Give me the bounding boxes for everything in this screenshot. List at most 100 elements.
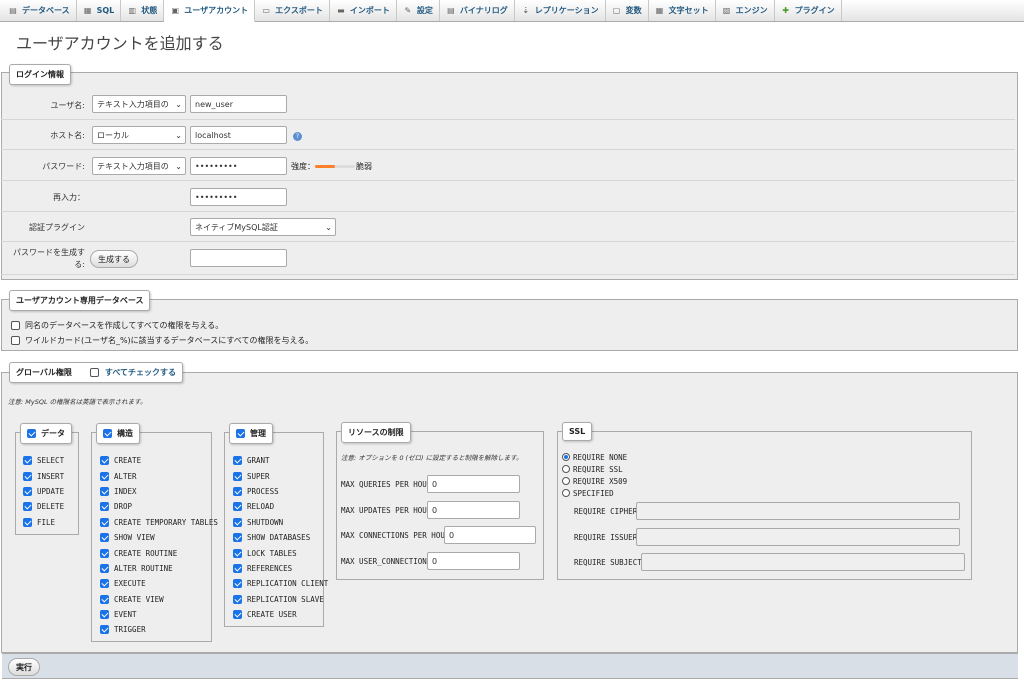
privilege-checkbox[interactable] (233, 533, 242, 543)
ssl-option[interactable]: REQUIRE SSL (562, 463, 627, 475)
resource-limit-input[interactable]: 0 (444, 526, 536, 544)
privilege-item[interactable]: FILE (23, 515, 64, 530)
privilege-checkbox[interactable] (233, 610, 242, 620)
password-input[interactable]: ••••••••• (190, 157, 287, 175)
tab-users[interactable]: ▣ ユーザアカウント (164, 0, 256, 22)
ssl-field-input[interactable] (641, 553, 965, 571)
privilege-checkbox[interactable] (23, 502, 32, 512)
generate-password-button[interactable]: 生成する (90, 250, 138, 268)
privilege-checkbox[interactable] (233, 456, 242, 466)
privilege-checkbox[interactable] (100, 456, 109, 466)
ssl-radio[interactable] (562, 477, 570, 485)
privilege-checkbox[interactable] (233, 486, 242, 496)
tab-wrench[interactable]: ✎ 設定 (397, 0, 440, 21)
privilege-item[interactable]: CREATE VIEW (100, 592, 218, 607)
privilege-item[interactable]: REPLICATION SLAVE (233, 592, 328, 607)
ssl-field-input[interactable] (636, 502, 960, 520)
privilege-checkbox[interactable] (23, 456, 32, 466)
resource-limit-input[interactable]: 0 (427, 475, 520, 493)
admin-all-checkbox[interactable] (236, 429, 245, 438)
tab-export[interactable]: ▭ エクスポート (255, 0, 330, 21)
tab-plugin[interactable]: ✚ プラグイン (775, 0, 842, 21)
resource-limit-input[interactable]: 0 (427, 552, 520, 570)
privilege-checkbox[interactable] (233, 579, 242, 589)
privilege-checkbox[interactable] (100, 548, 109, 558)
privilege-item[interactable]: UPDATE (23, 484, 64, 499)
privilege-item[interactable]: DELETE (23, 499, 64, 514)
tab-status[interactable]: ▥ 状態 (121, 0, 165, 21)
privilege-item[interactable]: GRANT (233, 453, 328, 468)
privilege-checkbox[interactable] (100, 579, 109, 589)
privilege-item[interactable]: DROP (100, 499, 218, 514)
userdb-option-2-checkbox[interactable] (11, 336, 20, 345)
privilege-item[interactable]: RELOAD (233, 499, 328, 514)
privilege-item[interactable]: PROCESS (233, 484, 328, 499)
ssl-radio[interactable] (562, 489, 570, 497)
reenter-input[interactable]: ••••••••• (190, 188, 287, 206)
privilege-checkbox[interactable] (23, 517, 32, 527)
privilege-item[interactable]: INSERT (23, 468, 64, 483)
privilege-item[interactable]: SUPER (233, 468, 328, 483)
privilege-checkbox[interactable] (100, 625, 109, 635)
password-mode-select[interactable]: テキスト入力項目の ⌄ (92, 157, 186, 175)
privilege-item[interactable]: REPLICATION CLIENT (233, 576, 328, 591)
privilege-checkbox[interactable] (23, 486, 32, 496)
userdb-option-1[interactable]: 同名のデータベースを作成してすべての権限を与える。 (11, 320, 223, 331)
ssl-radio[interactable] (562, 465, 570, 473)
privilege-checkbox[interactable] (23, 471, 32, 481)
privilege-item[interactable]: SHOW VIEW (100, 530, 218, 545)
privilege-checkbox[interactable] (233, 471, 242, 481)
structure-all-checkbox[interactable] (103, 429, 112, 438)
data-all-checkbox[interactable] (27, 429, 36, 438)
ssl-option[interactable]: REQUIRE X509 (562, 475, 627, 487)
privilege-checkbox[interactable] (100, 533, 109, 543)
tab-replication[interactable]: ⇣ レプリケーション (515, 0, 606, 21)
privilege-item[interactable]: TRIGGER (100, 622, 218, 637)
privilege-checkbox[interactable] (100, 563, 109, 573)
username-input[interactable]: new_user (190, 95, 287, 113)
privilege-checkbox[interactable] (100, 517, 109, 527)
ssl-radio[interactable] (562, 453, 570, 461)
privilege-checkbox[interactable] (100, 594, 109, 604)
host-mode-select[interactable]: ローカル ⌄ (92, 126, 186, 144)
privilege-checkbox[interactable] (100, 502, 109, 512)
tab-database[interactable]: ▤ データベース (2, 0, 77, 21)
privilege-item[interactable]: SELECT (23, 453, 64, 468)
privilege-item[interactable]: SHOW DATABASES (233, 530, 328, 545)
check-all-checkbox[interactable] (89, 368, 99, 377)
privilege-checkbox[interactable] (100, 610, 109, 620)
tab-charset[interactable]: ▦ 文字セット (649, 0, 716, 21)
privilege-checkbox[interactable] (100, 486, 109, 496)
userdb-option-2[interactable]: ワイルドカード(ユーザ名_%)に該当するデータベースにすべての権限を与える。 (11, 335, 313, 346)
auth-plugin-select[interactable]: ネイティブMySQL認証 ⌄ (190, 218, 336, 236)
privilege-checkbox[interactable] (233, 517, 242, 527)
help-icon[interactable]: ? (293, 132, 302, 141)
privilege-item[interactable]: CREATE ROUTINE (100, 545, 218, 560)
privilege-item[interactable]: INDEX (100, 484, 218, 499)
ssl-option[interactable]: REQUIRE NONE (562, 451, 627, 463)
tab-sql[interactable]: ▦ SQL (77, 0, 122, 21)
ssl-option[interactable]: SPECIFIED (562, 487, 627, 499)
privilege-checkbox[interactable] (233, 548, 242, 558)
submit-button[interactable]: 実行 (8, 658, 40, 676)
privilege-checkbox[interactable] (233, 594, 242, 604)
privilege-item[interactable]: CREATE USER (233, 607, 328, 622)
privilege-item[interactable]: EVENT (100, 607, 218, 622)
privilege-item[interactable]: REFERENCES (233, 561, 328, 576)
host-input[interactable]: localhost (190, 126, 287, 144)
privilege-item[interactable]: ALTER ROUTINE (100, 561, 218, 576)
privilege-checkbox[interactable] (233, 502, 242, 512)
generated-password-input[interactable] (190, 249, 287, 267)
userdb-option-1-checkbox[interactable] (11, 321, 20, 330)
privilege-item[interactable]: LOCK TABLES (233, 545, 328, 560)
privilege-item[interactable]: CREATE TEMPORARY TABLES (100, 515, 218, 530)
tab-variables[interactable]: ▢ 変数 (606, 0, 649, 21)
resource-limit-input[interactable]: 0 (427, 501, 520, 519)
privilege-checkbox[interactable] (233, 563, 242, 573)
privilege-checkbox[interactable] (100, 471, 109, 481)
privilege-item[interactable]: EXECUTE (100, 576, 218, 591)
ssl-field-input[interactable] (636, 528, 960, 546)
username-mode-select[interactable]: テキスト入力項目の ⌄ (92, 95, 186, 113)
tab-engine[interactable]: ▧ エンジン (716, 0, 775, 21)
privilege-item[interactable]: ALTER (100, 468, 218, 483)
